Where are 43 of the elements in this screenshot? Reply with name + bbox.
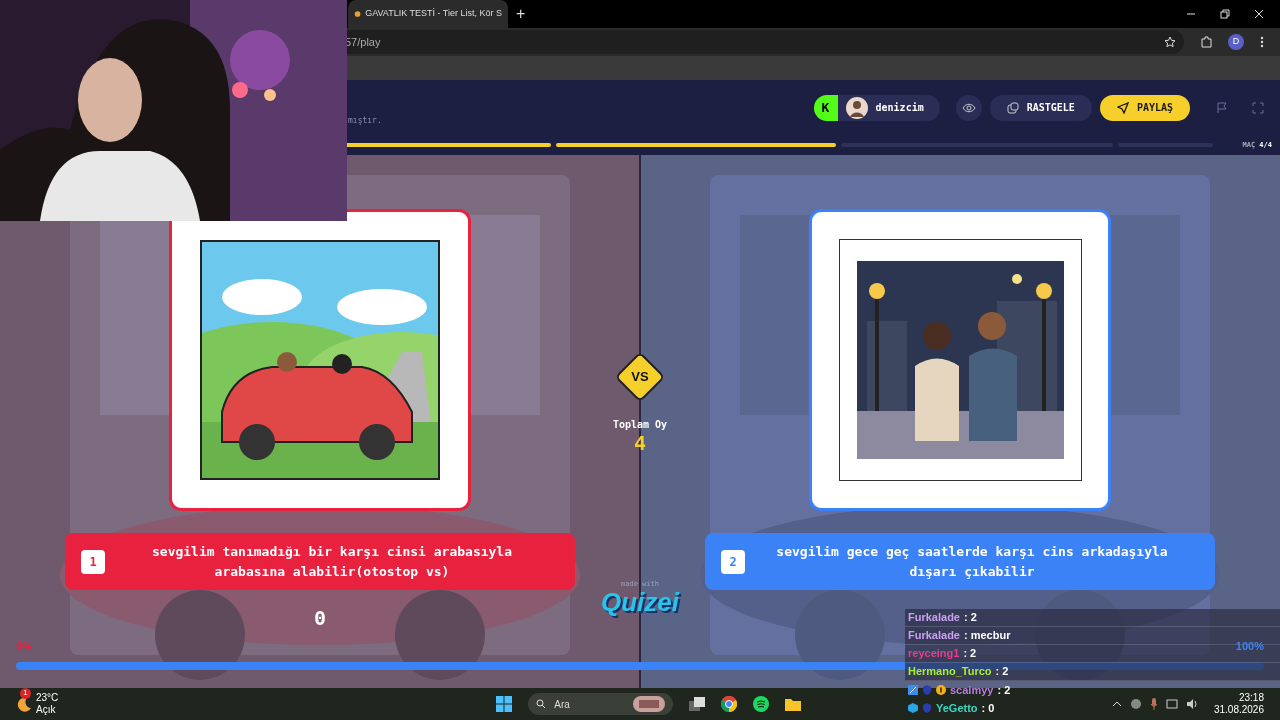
creator-name: denizcim [875,101,924,115]
bookmark-star-icon[interactable] [1164,36,1176,48]
browser-icon[interactable] [721,696,738,712]
microphone-icon[interactable] [1149,698,1158,710]
extensions-icon[interactable] [1200,36,1212,48]
search-field[interactable]: Ara [528,693,674,715]
moon-icon [16,696,32,712]
folder-icon[interactable] [785,697,802,711]
close-icon[interactable] [1254,9,1264,19]
restore-icon[interactable] [1220,9,1230,19]
menu-icon[interactable] [1260,36,1264,48]
share-button[interactable]: PAYLAŞ [1099,94,1190,121]
search-icon [536,699,547,709]
clock-time: 23:18 [1238,691,1264,704]
cube-badge-icon [908,703,918,713]
random-button[interactable]: RASTGELE [989,94,1092,121]
view-button[interactable] [955,94,982,121]
temperature-text: 23°C [36,691,59,704]
platform-logo: K [813,94,838,121]
new-tab-button[interactable]: + [516,2,526,26]
site-icon [354,9,362,19]
send-icon [1116,101,1129,114]
browser-tab[interactable]: GAVATLIK TESTİ - Tier List, Kör S [348,0,508,28]
search-placeholder: Ara [554,697,570,712]
task-view-icon[interactable] [689,697,706,711]
music-app-icon[interactable] [753,696,770,712]
volume-icon[interactable] [1185,698,1198,710]
clock-date: 31.08.2026 [1213,704,1264,717]
flag-icon[interactable] [1216,101,1228,114]
tray-app-icon[interactable] [1129,698,1142,710]
eye-icon [961,102,976,113]
creator-chip[interactable]: K denizcim [813,94,940,121]
avatar-icon [845,96,868,119]
notification-badge: 1 [20,687,31,699]
subtitle-text: mıştır. [348,115,382,127]
network-icon[interactable] [1165,698,1178,710]
chat-username: YeGetto [936,700,978,716]
chat-message: : 0 [981,700,995,716]
weather-condition: Açık [36,704,57,717]
dice-icon [1006,101,1019,114]
profile-avatar[interactable]: D [1228,34,1244,50]
start-icon[interactable] [496,696,513,712]
chevron-up-icon[interactable] [1111,701,1122,707]
